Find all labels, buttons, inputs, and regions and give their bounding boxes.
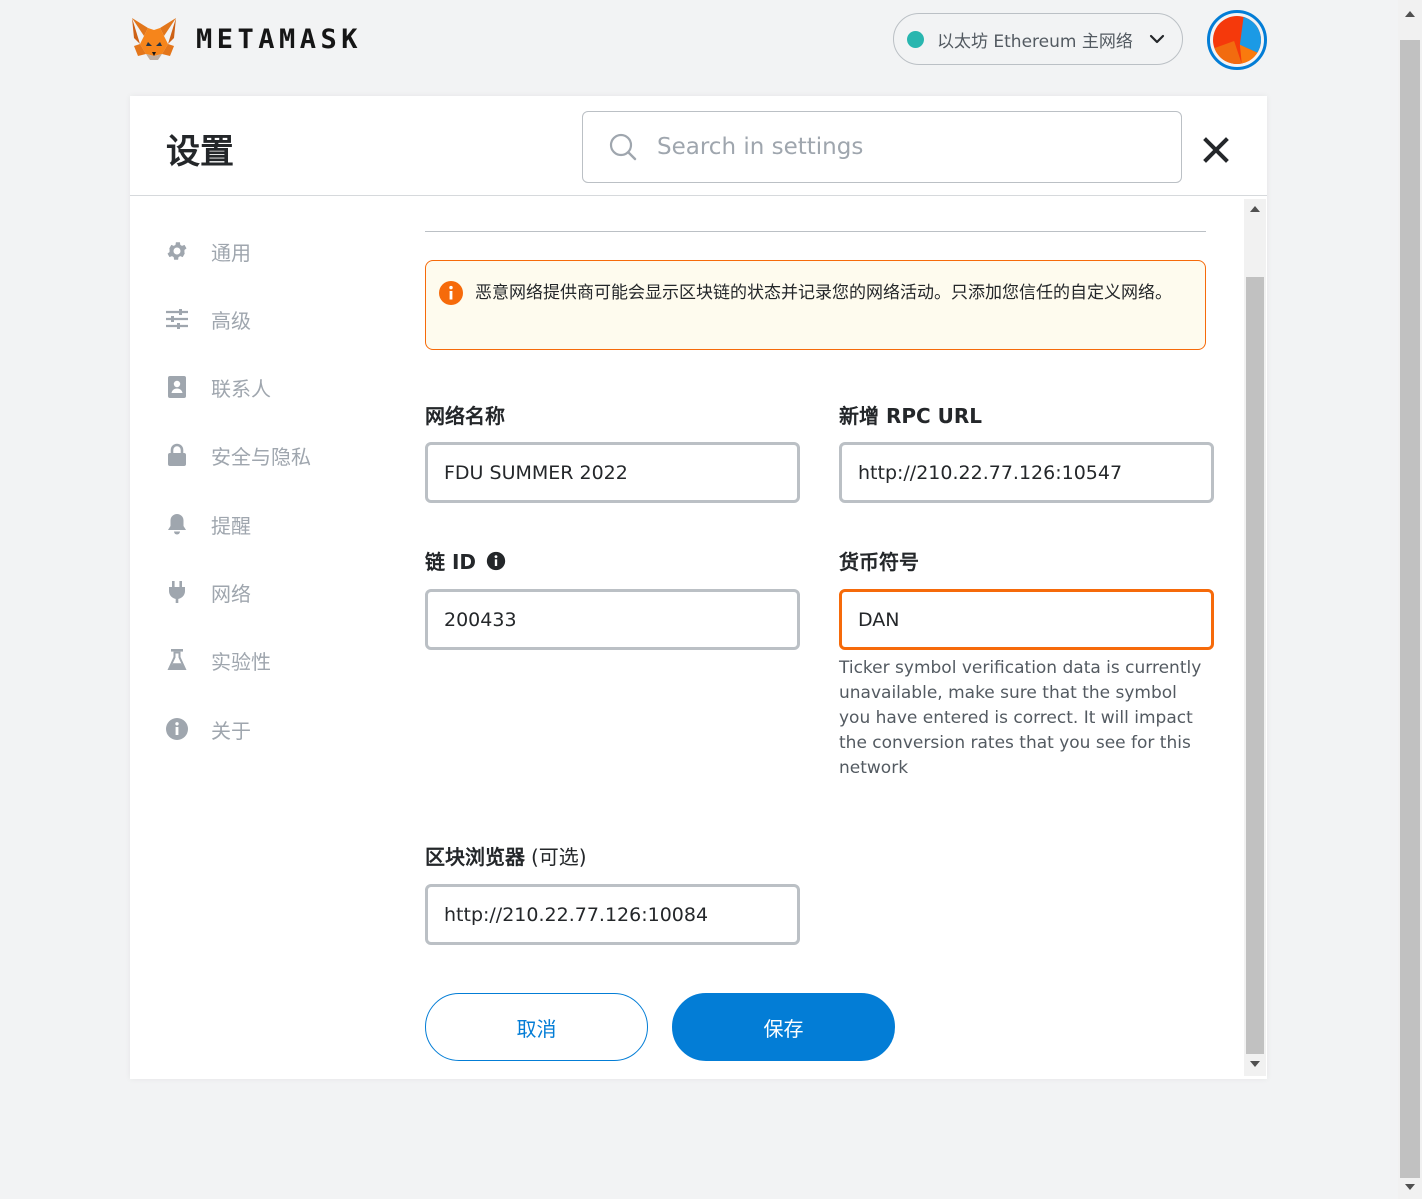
metamask-logo[interactable]: METAMASK bbox=[130, 16, 362, 62]
network-name-value: FDU SUMMER 2022 bbox=[444, 461, 628, 484]
chain-id-label: 链 ID bbox=[425, 546, 506, 575]
close-icon[interactable] bbox=[1202, 136, 1230, 164]
gear-icon bbox=[164, 238, 190, 264]
block-explorer-label: 区块浏览器 (可选) bbox=[425, 841, 587, 870]
sidebar-item-label: 安全与隐私 bbox=[211, 444, 311, 469]
info-icon[interactable] bbox=[486, 551, 506, 571]
currency-symbol-value: DAN bbox=[858, 608, 900, 631]
cancel-button[interactable]: 取消 bbox=[425, 993, 648, 1061]
network-form: 恶意网络提供商可能会显示区块链的状态并记录您的网络活动。只添加您信任的自定义网络… bbox=[425, 196, 1245, 1079]
page-title: 设置 bbox=[166, 132, 234, 172]
block-explorer-field[interactable]: http://210.22.77.126:10084 bbox=[425, 884, 800, 945]
warning-info-icon bbox=[439, 281, 463, 305]
chain-id-value: 200433 bbox=[444, 608, 517, 631]
content-scrollbar[interactable] bbox=[1244, 199, 1266, 1076]
currency-symbol-warning: Ticker symbol verification data is curre… bbox=[839, 658, 1202, 778]
sidebar-item-label: 实验性 bbox=[211, 649, 271, 674]
sidebar-item-label: 关于 bbox=[211, 718, 251, 743]
divider bbox=[425, 231, 1206, 232]
scroll-down-arrow-icon[interactable] bbox=[1405, 1184, 1415, 1190]
chain-id-field[interactable]: 200433 bbox=[425, 589, 800, 650]
sidebar-item-label: 通用 bbox=[211, 240, 251, 265]
block-explorer-value: http://210.22.77.126:10084 bbox=[444, 903, 709, 926]
rpc-url-value: http://210.22.77.126:10547 bbox=[858, 461, 1123, 484]
scroll-up-arrow-icon[interactable] bbox=[1250, 206, 1260, 212]
sidebar-item-label: 网络 bbox=[211, 581, 251, 606]
network-name: 以太坊 Ethereum 主网络 bbox=[937, 31, 1133, 52]
network-status-dot bbox=[907, 30, 924, 48]
sidebar-item-label: 高级 bbox=[211, 308, 251, 333]
scroll-down-arrow-icon[interactable] bbox=[1250, 1061, 1260, 1067]
sliders-icon bbox=[164, 306, 190, 332]
sidebar-item-label: 提醒 bbox=[211, 513, 251, 538]
account-avatar[interactable] bbox=[1207, 10, 1267, 70]
sidebar-item-alerts[interactable]: 提醒 bbox=[164, 506, 394, 542]
warning-banner: 恶意网络提供商可能会显示区块链的状态并记录您的网络活动。只添加您信任的自定义网络… bbox=[425, 260, 1206, 350]
settings-card: 设置 通用 高级 bbox=[130, 96, 1267, 1079]
plug-icon bbox=[164, 579, 190, 605]
scrollbar-thumb[interactable] bbox=[1400, 40, 1420, 1178]
sidebar-item-security[interactable]: 安全与隐私 bbox=[164, 437, 394, 473]
contact-book-icon bbox=[164, 374, 190, 400]
chevron-down-icon bbox=[1149, 34, 1165, 44]
page-scrollbar[interactable] bbox=[1398, 0, 1422, 1199]
sidebar-item-about[interactable]: 关于 bbox=[164, 711, 394, 747]
search-input[interactable] bbox=[657, 134, 1137, 160]
bell-icon bbox=[164, 511, 190, 537]
fox-logo-icon bbox=[132, 18, 176, 60]
sidebar-item-advanced[interactable]: 高级 bbox=[164, 301, 394, 337]
identicon-icon bbox=[1213, 16, 1261, 64]
brand-wordmark: METAMASK bbox=[196, 23, 363, 55]
scrollbar-thumb[interactable] bbox=[1246, 277, 1264, 1054]
rpc-url-label: 新增 RPC URL bbox=[839, 404, 983, 428]
settings-header: 设置 bbox=[130, 96, 1267, 196]
sidebar-item-networks[interactable]: 网络 bbox=[164, 574, 394, 610]
network-name-field[interactable]: FDU SUMMER 2022 bbox=[425, 442, 800, 503]
currency-symbol-field[interactable]: DAN bbox=[839, 589, 1214, 650]
optional-tag: (可选) bbox=[531, 845, 587, 869]
sidebar-item-contacts[interactable]: 联系人 bbox=[164, 369, 394, 405]
sidebar-item-general[interactable]: 通用 bbox=[164, 233, 394, 269]
rpc-url-field[interactable]: http://210.22.77.126:10547 bbox=[839, 442, 1214, 503]
network-name-label: 网络名称 bbox=[425, 404, 505, 428]
sidebar-item-label: 联系人 bbox=[211, 376, 271, 401]
search-box[interactable] bbox=[582, 111, 1182, 183]
sidebar-item-experimental[interactable]: 实验性 bbox=[164, 642, 394, 678]
save-button[interactable]: 保存 bbox=[672, 993, 895, 1061]
scroll-up-arrow-icon[interactable] bbox=[1405, 11, 1415, 17]
warning-text: 恶意网络提供商可能会显示区块链的状态并记录您的网络活动。只添加您信任的自定义网络… bbox=[475, 283, 1172, 303]
flask-icon bbox=[164, 647, 190, 673]
info-icon bbox=[164, 716, 190, 742]
currency-symbol-label: 货币符号 bbox=[839, 550, 919, 574]
lock-icon bbox=[164, 442, 190, 468]
network-selector[interactable]: 以太坊 Ethereum 主网络 bbox=[893, 13, 1183, 65]
search-icon bbox=[609, 133, 637, 161]
